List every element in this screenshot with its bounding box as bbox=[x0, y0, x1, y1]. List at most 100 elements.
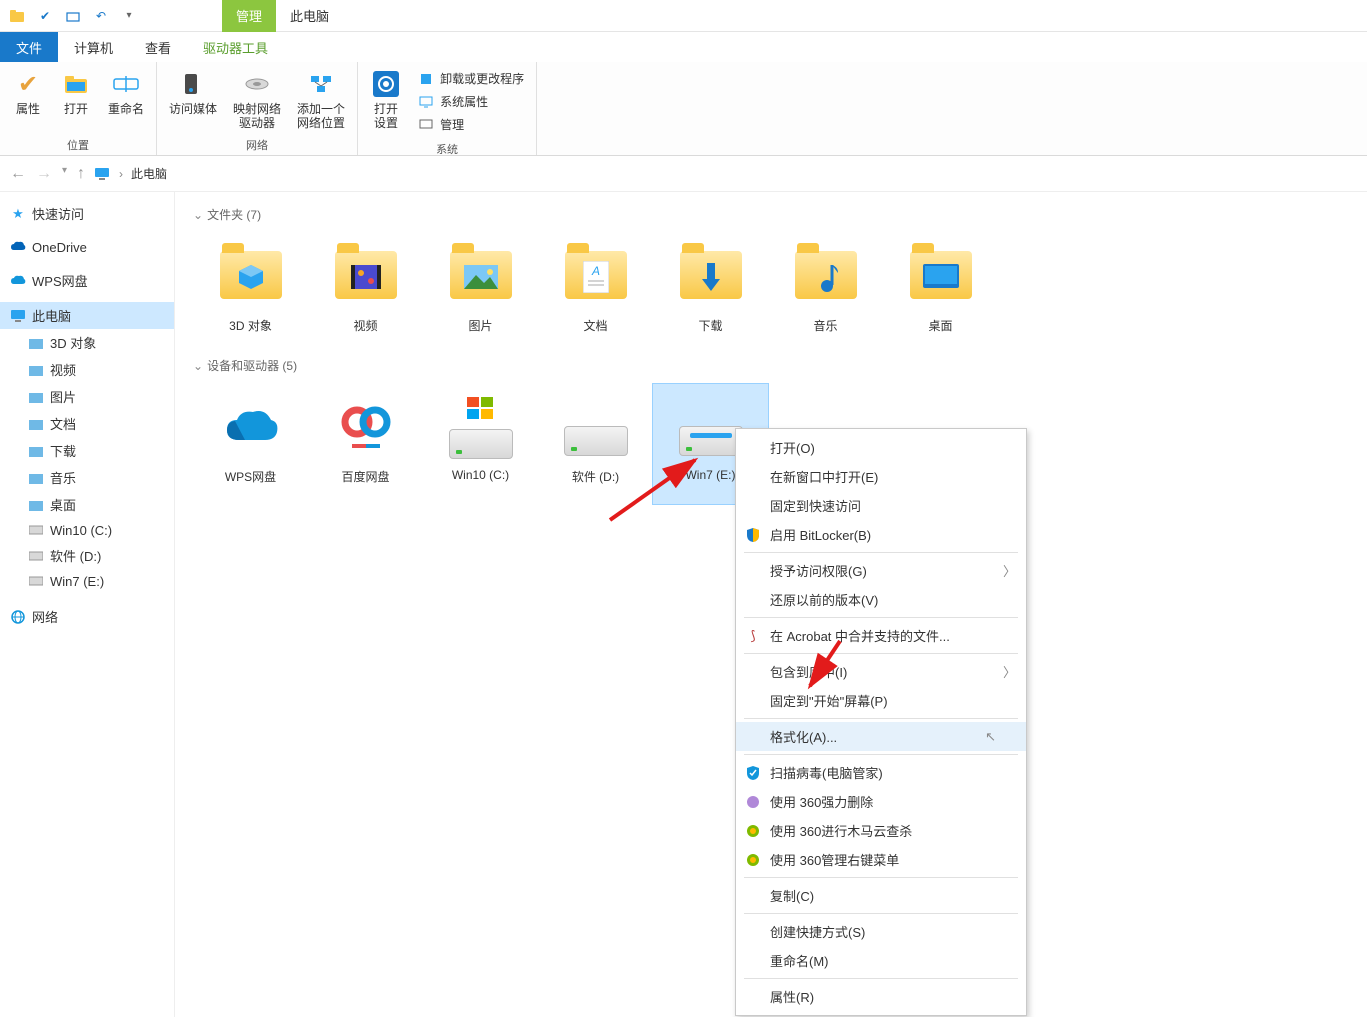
sidebar-item-pictures[interactable]: 图片 bbox=[0, 383, 174, 410]
uninstall-icon bbox=[418, 71, 434, 87]
separator bbox=[744, 718, 1018, 719]
btn-label: 打开 设置 bbox=[374, 102, 398, 131]
btn-uninstall[interactable]: 卸载或更改程序 bbox=[414, 68, 528, 89]
ctx-pin-quick[interactable]: 固定到快速访问 bbox=[736, 491, 1026, 520]
sidebar-item-documents[interactable]: 文档 bbox=[0, 410, 174, 437]
ctx-grant-access[interactable]: 授予访问权限(G)〉 bbox=[736, 556, 1026, 585]
folder-documents[interactable]: A文档 bbox=[538, 233, 653, 353]
sidebar-network[interactable]: 网络 bbox=[0, 603, 174, 630]
rename-icon bbox=[110, 68, 142, 100]
sphere-icon bbox=[744, 793, 762, 811]
tab-view[interactable]: 查看 bbox=[129, 32, 187, 62]
device-wps[interactable]: WPS网盘 bbox=[193, 384, 308, 504]
ctx-360-trojan[interactable]: 使用 360进行木马云查杀 bbox=[736, 816, 1026, 845]
nav-forward-icon[interactable]: → bbox=[36, 165, 52, 183]
folder-videos[interactable]: 视频 bbox=[308, 233, 423, 353]
folder-music[interactable]: 音乐 bbox=[768, 233, 883, 353]
sidebar-item-softd[interactable]: 软件 (D:) bbox=[0, 542, 174, 569]
device-win10-c[interactable]: Win10 (C:) bbox=[423, 384, 538, 504]
btn-label: 映射网络 驱动器 bbox=[233, 102, 281, 131]
folder-icon[interactable] bbox=[6, 5, 28, 27]
ctx-include-library[interactable]: 包含到库中(I)〉 bbox=[736, 657, 1026, 686]
folder-icon bbox=[28, 470, 44, 486]
btn-open[interactable]: 打开 bbox=[54, 64, 98, 135]
ctx-rename[interactable]: 重命名(M) bbox=[736, 946, 1026, 975]
sidebar-item-3d[interactable]: 3D 对象 bbox=[0, 329, 174, 356]
ball-green-icon bbox=[744, 822, 762, 840]
ctx-acrobat[interactable]: ⟆在 Acrobat 中合并支持的文件... bbox=[736, 621, 1026, 650]
ctx-scan-virus[interactable]: 扫描病毒(电脑管家) bbox=[736, 758, 1026, 787]
checkbox-icon[interactable]: ✔ bbox=[34, 5, 56, 27]
sidebar-item-video[interactable]: 视频 bbox=[0, 356, 174, 383]
sidebar-item-downloads[interactable]: 下载 bbox=[0, 437, 174, 464]
nav-recent-icon[interactable]: ▾ bbox=[62, 165, 67, 183]
sidebar-item-win10c[interactable]: Win10 (C:) bbox=[0, 518, 174, 542]
btn-rename[interactable]: 重命名 bbox=[102, 64, 150, 135]
folder-desktop[interactable]: 桌面 bbox=[883, 233, 998, 353]
shield-icon bbox=[744, 526, 762, 544]
quick-access-toolbar: ✔ ↶ ▾ bbox=[0, 5, 172, 27]
new-folder-icon[interactable] bbox=[62, 5, 84, 27]
device-baidu[interactable]: 百度网盘 bbox=[308, 384, 423, 504]
context-menu: 打开(O) 在新窗口中打开(E) 固定到快速访问 启用 BitLocker(B)… bbox=[735, 428, 1027, 1016]
sidebar-item-win7e[interactable]: Win7 (E:) bbox=[0, 569, 174, 593]
ctx-pin-start[interactable]: 固定到"开始"屏幕(P) bbox=[736, 686, 1026, 715]
btn-label: 添加一个 网络位置 bbox=[297, 102, 345, 131]
tab-file[interactable]: 文件 bbox=[0, 32, 58, 62]
btn-manage[interactable]: 管理 bbox=[414, 114, 528, 135]
folder-3d-objects[interactable]: 3D 对象 bbox=[193, 233, 308, 353]
separator bbox=[744, 653, 1018, 654]
pc-icon bbox=[93, 165, 111, 183]
btn-label: 访问媒体 bbox=[169, 102, 217, 116]
btn-properties[interactable]: ✔ 属性 bbox=[6, 64, 50, 135]
section-devices[interactable]: ⌄设备和驱动器 (5) bbox=[183, 353, 1359, 384]
separator bbox=[744, 617, 1018, 618]
shield-check-icon bbox=[744, 764, 762, 782]
btn-open-settings[interactable]: 打开 设置 bbox=[364, 64, 408, 139]
nav-up-icon[interactable]: ↑ bbox=[77, 165, 85, 183]
chevron-right-icon: 〉 bbox=[1003, 662, 1016, 681]
tab-computer[interactable]: 计算机 bbox=[58, 32, 129, 62]
device-software-d[interactable]: 软件 (D:) bbox=[538, 384, 653, 504]
folder-icon bbox=[28, 335, 44, 351]
small-label: 管理 bbox=[440, 116, 464, 133]
btn-access-media[interactable]: 访问媒体 bbox=[163, 64, 223, 135]
sidebar-quick-access[interactable]: ★快速访问 bbox=[0, 200, 174, 227]
ctx-open[interactable]: 打开(O) bbox=[736, 433, 1026, 462]
ctx-create-shortcut[interactable]: 创建快捷方式(S) bbox=[736, 917, 1026, 946]
ctx-format[interactable]: 格式化(A)...↖ bbox=[736, 722, 1026, 751]
btn-system-props[interactable]: 系统属性 bbox=[414, 91, 528, 112]
sidebar-onedrive[interactable]: OneDrive bbox=[0, 235, 174, 259]
nav-back-icon[interactable]: ← bbox=[10, 165, 26, 183]
sidebar-item-desktop[interactable]: 桌面 bbox=[0, 491, 174, 518]
check-icon: ✔ bbox=[12, 68, 44, 100]
dropdown-icon[interactable]: ▾ bbox=[118, 5, 140, 27]
address-bar: ← → ▾ ↑ › 此电脑 bbox=[0, 156, 1367, 192]
ctx-360-delete[interactable]: 使用 360强力删除 bbox=[736, 787, 1026, 816]
sidebar-this-pc[interactable]: 此电脑 bbox=[0, 302, 174, 329]
ribbon-group-network: 访问媒体 映射网络 驱动器 添加一个 网络位置 网络 bbox=[157, 62, 358, 155]
network-icon bbox=[10, 609, 26, 625]
ctx-copy[interactable]: 复制(C) bbox=[736, 881, 1026, 910]
ctx-restore-versions[interactable]: 还原以前的版本(V) bbox=[736, 585, 1026, 614]
ctx-bitlocker[interactable]: 启用 BitLocker(B) bbox=[736, 520, 1026, 549]
folder-pictures[interactable]: 图片 bbox=[423, 233, 538, 353]
separator bbox=[744, 552, 1018, 553]
btn-map-drive[interactable]: 映射网络 驱动器 bbox=[227, 64, 287, 135]
ctx-360-menu[interactable]: 使用 360管理右键菜单 bbox=[736, 845, 1026, 874]
breadcrumb[interactable]: 此电脑 bbox=[131, 165, 167, 182]
folder-icon bbox=[28, 362, 44, 378]
tab-drive-tools[interactable]: 驱动器工具 bbox=[187, 32, 284, 62]
undo-icon[interactable]: ↶ bbox=[90, 5, 112, 27]
folder-downloads[interactable]: 下载 bbox=[653, 233, 768, 353]
btn-add-network-location[interactable]: 添加一个 网络位置 bbox=[291, 64, 351, 135]
ctx-open-new-window[interactable]: 在新窗口中打开(E) bbox=[736, 462, 1026, 491]
title-tab-manage[interactable]: 管理 bbox=[222, 0, 276, 32]
sidebar-item-music[interactable]: 音乐 bbox=[0, 464, 174, 491]
group-label: 系统 bbox=[364, 139, 530, 159]
ctx-properties[interactable]: 属性(R) bbox=[736, 982, 1026, 1011]
sidebar-wps[interactable]: WPS网盘 bbox=[0, 267, 174, 294]
section-folders[interactable]: ⌄文件夹 (7) bbox=[183, 202, 1359, 233]
network-location-icon bbox=[305, 68, 337, 100]
acrobat-icon: ⟆ bbox=[744, 627, 762, 645]
